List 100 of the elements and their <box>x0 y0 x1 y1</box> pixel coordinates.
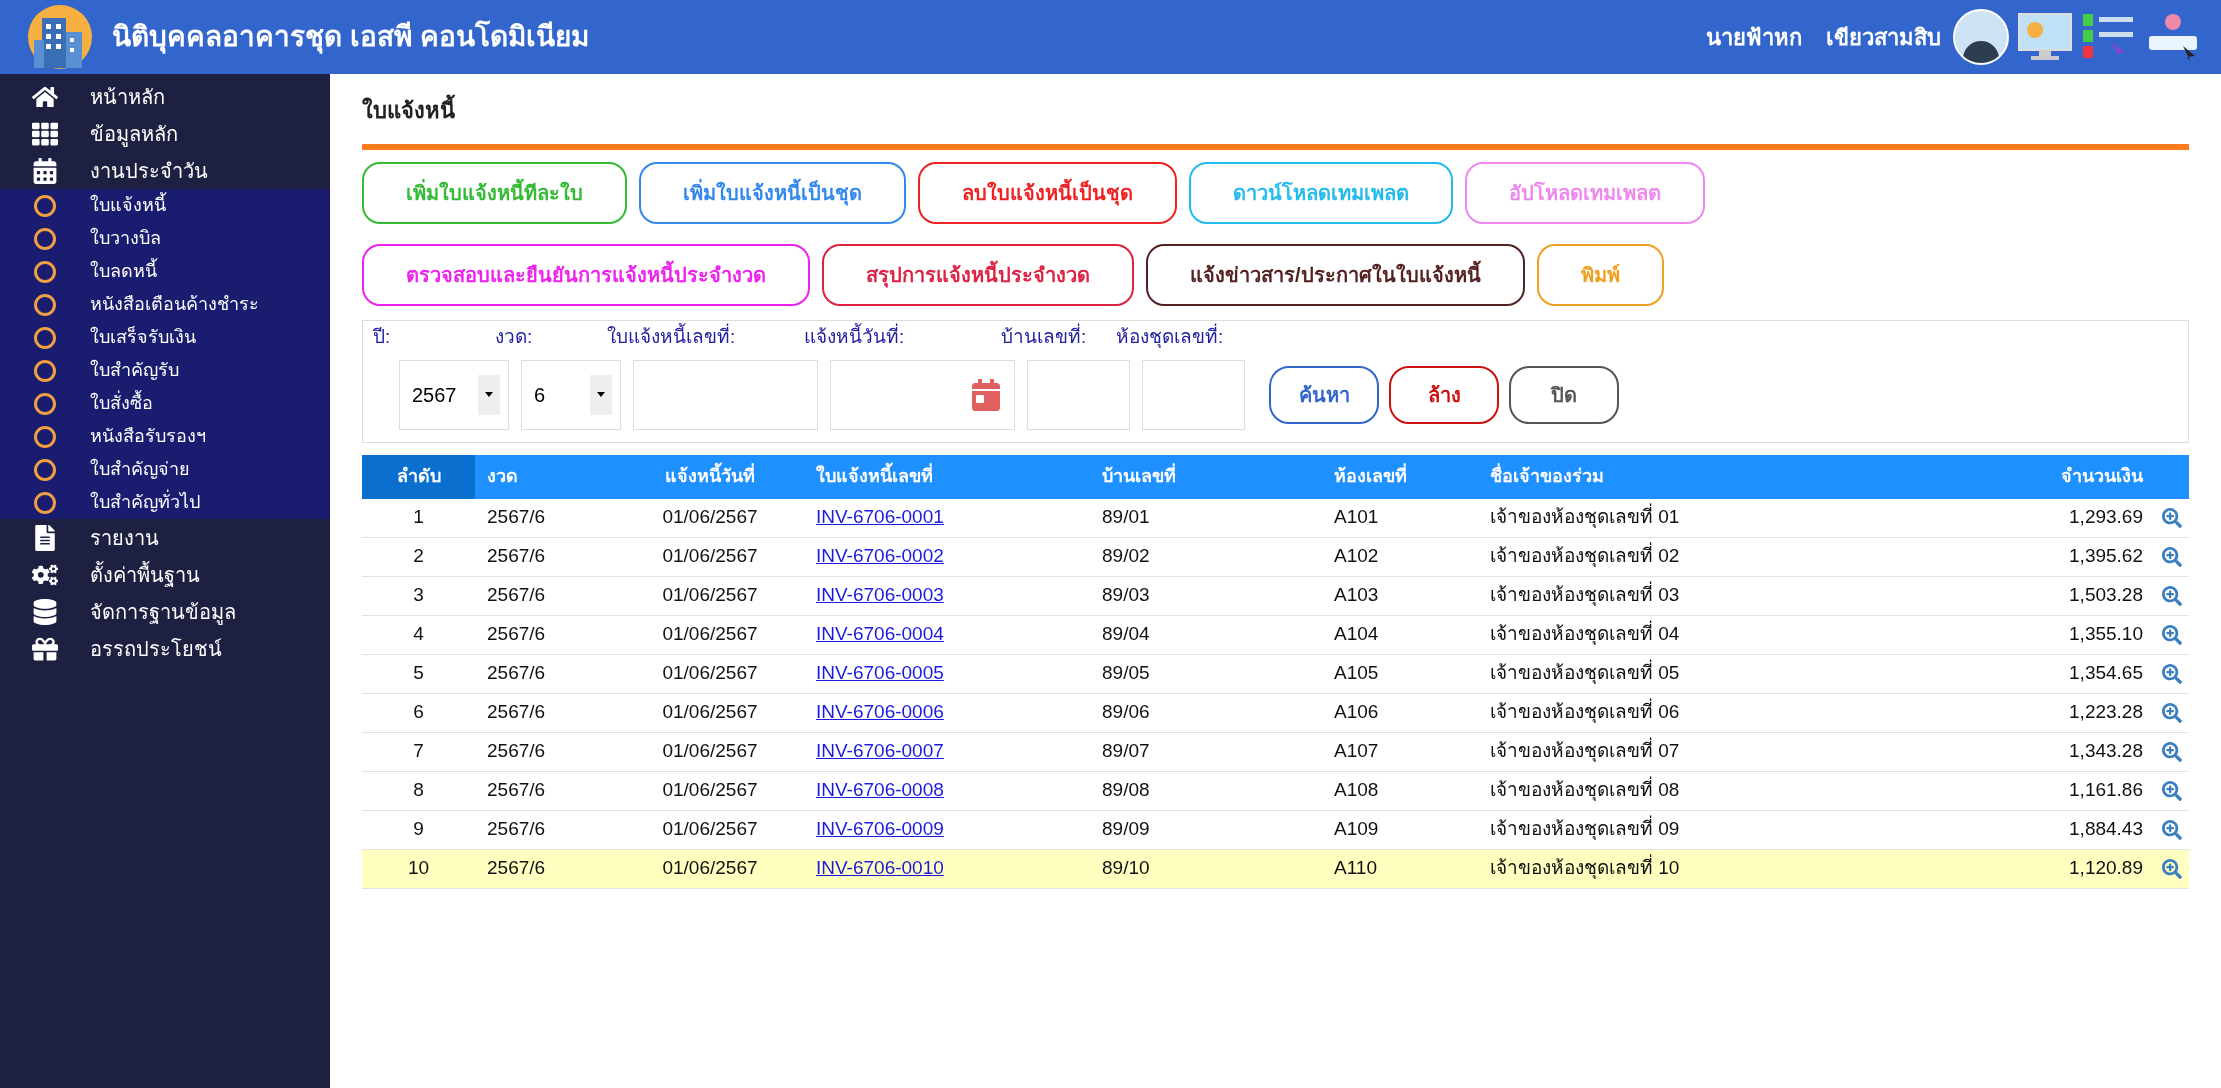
action-button[interactable]: สรุปการแจ้งหนี้ประจำงวด <box>822 244 1134 306</box>
filter-button[interactable]: ปิด <box>1509 365 1619 424</box>
table-cell-text: 2567/6 <box>487 739 546 764</box>
invoice-link[interactable]: INV-6706-0003 <box>816 581 944 610</box>
table-cell-text: 01/06/2567 <box>662 778 758 803</box>
sidebar-subitem[interactable]: หนังสือเตือนค้างชำระ <box>0 288 330 321</box>
table-cell-text: 01/06/2567 <box>662 817 758 842</box>
input-field[interactable] <box>1142 359 1245 430</box>
table-cell-text: 01/06/2567 <box>662 622 758 647</box>
gift-icon <box>32 635 58 662</box>
monitor-icon[interactable] <box>2017 12 2073 62</box>
invoice-link[interactable]: INV-6706-0002 <box>816 542 944 571</box>
table-cell-text: 89/02 <box>1102 544 1150 569</box>
search-icon[interactable] <box>2162 702 2182 723</box>
search-icon[interactable] <box>2162 663 2182 684</box>
sidebar-item[interactable]: ข้อมูลหลัก <box>0 115 330 152</box>
sidebar-subitem[interactable]: หนังสือรับรองฯ <box>0 420 330 453</box>
action-button[interactable]: ลบใบแจ้งหนี้เป็นชุด <box>918 162 1177 224</box>
grid-icon <box>32 120 58 147</box>
table-cell: เจ้าของห้องชุดเลขที่ 05 <box>1490 659 1680 688</box>
search-icon[interactable] <box>2162 507 2182 528</box>
search-icon[interactable] <box>2162 624 2182 645</box>
table-cell-text: 01/06/2567 <box>662 700 758 725</box>
column-header[interactable]: ลำดับ <box>362 454 475 499</box>
table-cell-text: 10 <box>407 856 430 881</box>
sidebar-subitem[interactable]: ใบลดหนี้ <box>0 255 330 288</box>
invoice-link[interactable]: INV-6706-0007 <box>816 737 944 766</box>
table-cell-text: 1,293.69 <box>2069 505 2143 530</box>
search-icon[interactable] <box>2162 780 2182 801</box>
sidebar-subitem[interactable]: ใบวางบิล <box>0 222 330 255</box>
table-cell-text: A108 <box>1334 778 1379 803</box>
search-icon[interactable] <box>2162 585 2182 606</box>
search-icon[interactable] <box>2162 819 2182 840</box>
table-cell-text: A102 <box>1334 544 1379 569</box>
table-cell: เจ้าของห้องชุดเลขที่ 02 <box>1490 542 1680 571</box>
sidebar-subitem[interactable]: ใบแจ้งหนี้ <box>0 189 330 222</box>
table-cell: เจ้าของห้องชุดเลขที่ 04 <box>1490 620 1680 649</box>
date-field[interactable] <box>830 359 1015 430</box>
table-cell-text: 2567/6 <box>487 544 546 569</box>
invoice-link[interactable]: INV-6706-0006 <box>816 698 944 727</box>
table-cell-text: 01/06/2567 <box>662 661 758 686</box>
sidebar-item[interactable]: หน้าหลัก <box>0 78 330 115</box>
table-cell-text: 89/05 <box>1102 661 1150 686</box>
sidebar-item[interactable]: ตั้งค่าพื้นฐาน <box>0 556 330 593</box>
select-field[interactable]: 6 <box>521 359 621 430</box>
table-cell-text: 01/06/2567 <box>662 544 758 569</box>
page-title: ใบแจ้งหนี้ <box>362 94 2189 128</box>
input-field[interactable] <box>1027 359 1130 430</box>
table-cell-text: 2 <box>413 544 424 569</box>
action-button[interactable]: แจ้งข่าวสาร/ประกาศในใบแจ้งหนี้ <box>1146 244 1525 306</box>
table-cell-text: A103 <box>1334 583 1379 608</box>
table-cell-text: 3 <box>413 583 424 608</box>
table-cell-text: 2567/6 <box>487 700 546 725</box>
input-field[interactable] <box>633 359 818 430</box>
sidebar-subitem[interactable]: ใบสั่งซื้อ <box>0 387 330 420</box>
filter-button[interactable]: ล้าง <box>1389 365 1499 424</box>
action-button[interactable]: เพิ่มใบแจ้งหนี้เป็นชุด <box>639 162 906 224</box>
sidebar-subitem[interactable]: ใบสำคัญจ่าย <box>0 453 330 486</box>
table-cell-text: 2567/6 <box>487 856 546 881</box>
sidebar-item[interactable]: รายงาน <box>0 519 330 556</box>
sidebar-item[interactable]: จัดการฐานข้อมูล <box>0 593 330 630</box>
table-cell: เจ้าของห้องชุดเลขที่ 10 <box>1490 854 1680 883</box>
search-icon[interactable] <box>2162 546 2182 567</box>
sidebar-subitem[interactable]: ใบสำคัญรับ <box>0 354 330 387</box>
table-cell-text: 2567/6 <box>487 622 546 647</box>
table-cell-text: 1 <box>413 505 424 530</box>
search-icon[interactable] <box>2162 858 2182 879</box>
table-cell-text: 1,120.89 <box>2069 856 2143 881</box>
invoice-link[interactable]: INV-6706-0001 <box>816 503 944 532</box>
sidebar-item[interactable]: อรรถประโยชน์ <box>0 630 330 667</box>
table-cell: เจ้าของห้องชุดเลขที่ 07 <box>1490 737 1680 766</box>
table-cell-text: 01/06/2567 <box>662 505 758 530</box>
table-cell-text: 01/06/2567 <box>662 583 758 608</box>
invoice-link[interactable]: INV-6706-0005 <box>816 659 944 688</box>
table-cell-text: 1,161.86 <box>2069 778 2143 803</box>
sidebar-subitem[interactable]: ใบเสร็จรับเงิน <box>0 321 330 354</box>
table-cell-text: 1,355.10 <box>2069 622 2143 647</box>
calendar-icon <box>970 378 1002 411</box>
avatar-icon[interactable] <box>1953 9 2009 65</box>
invoice-link[interactable]: INV-6706-0009 <box>816 815 944 844</box>
invoice-link[interactable]: INV-6706-0008 <box>816 776 944 805</box>
table-cell-text: 89/03 <box>1102 583 1150 608</box>
table-cell-text: 89/09 <box>1102 817 1150 842</box>
invoice-link[interactable]: INV-6706-0004 <box>816 620 944 649</box>
select-field[interactable]: 2567 <box>399 359 509 430</box>
table-cell: เจ้าของห้องชุดเลขที่ 09 <box>1490 815 1680 844</box>
table-cell: เจ้าของห้องชุดเลขที่ 08 <box>1490 776 1680 805</box>
table-cell-text: 6 <box>413 700 424 725</box>
invoice-link[interactable]: INV-6706-0010 <box>816 854 944 883</box>
table-cell-text: 2567/6 <box>487 778 546 803</box>
search-icon[interactable] <box>2162 741 2182 762</box>
table-row[interactable]: 10 2567/6 01/06/2567 INV-6706-0010 89/10 A110 เจ้าของห้องชุดเลขที่ 10 1,120.89 <box>362 849 2189 889</box>
table-cell-text: 1,395.62 <box>2069 544 2143 569</box>
table-cell-text: 89/01 <box>1102 505 1150 530</box>
table-cell-text: 1,503.28 <box>2069 583 2143 608</box>
table-cell-text: 8 <box>413 778 424 803</box>
sidebar-subitem[interactable]: ใบสำคัญทั่วไป <box>0 486 330 519</box>
table-cell-text: A109 <box>1334 817 1379 842</box>
table-cell-text: 2567/6 <box>487 817 546 842</box>
filter-button[interactable]: ค้นหา <box>1269 365 1379 424</box>
